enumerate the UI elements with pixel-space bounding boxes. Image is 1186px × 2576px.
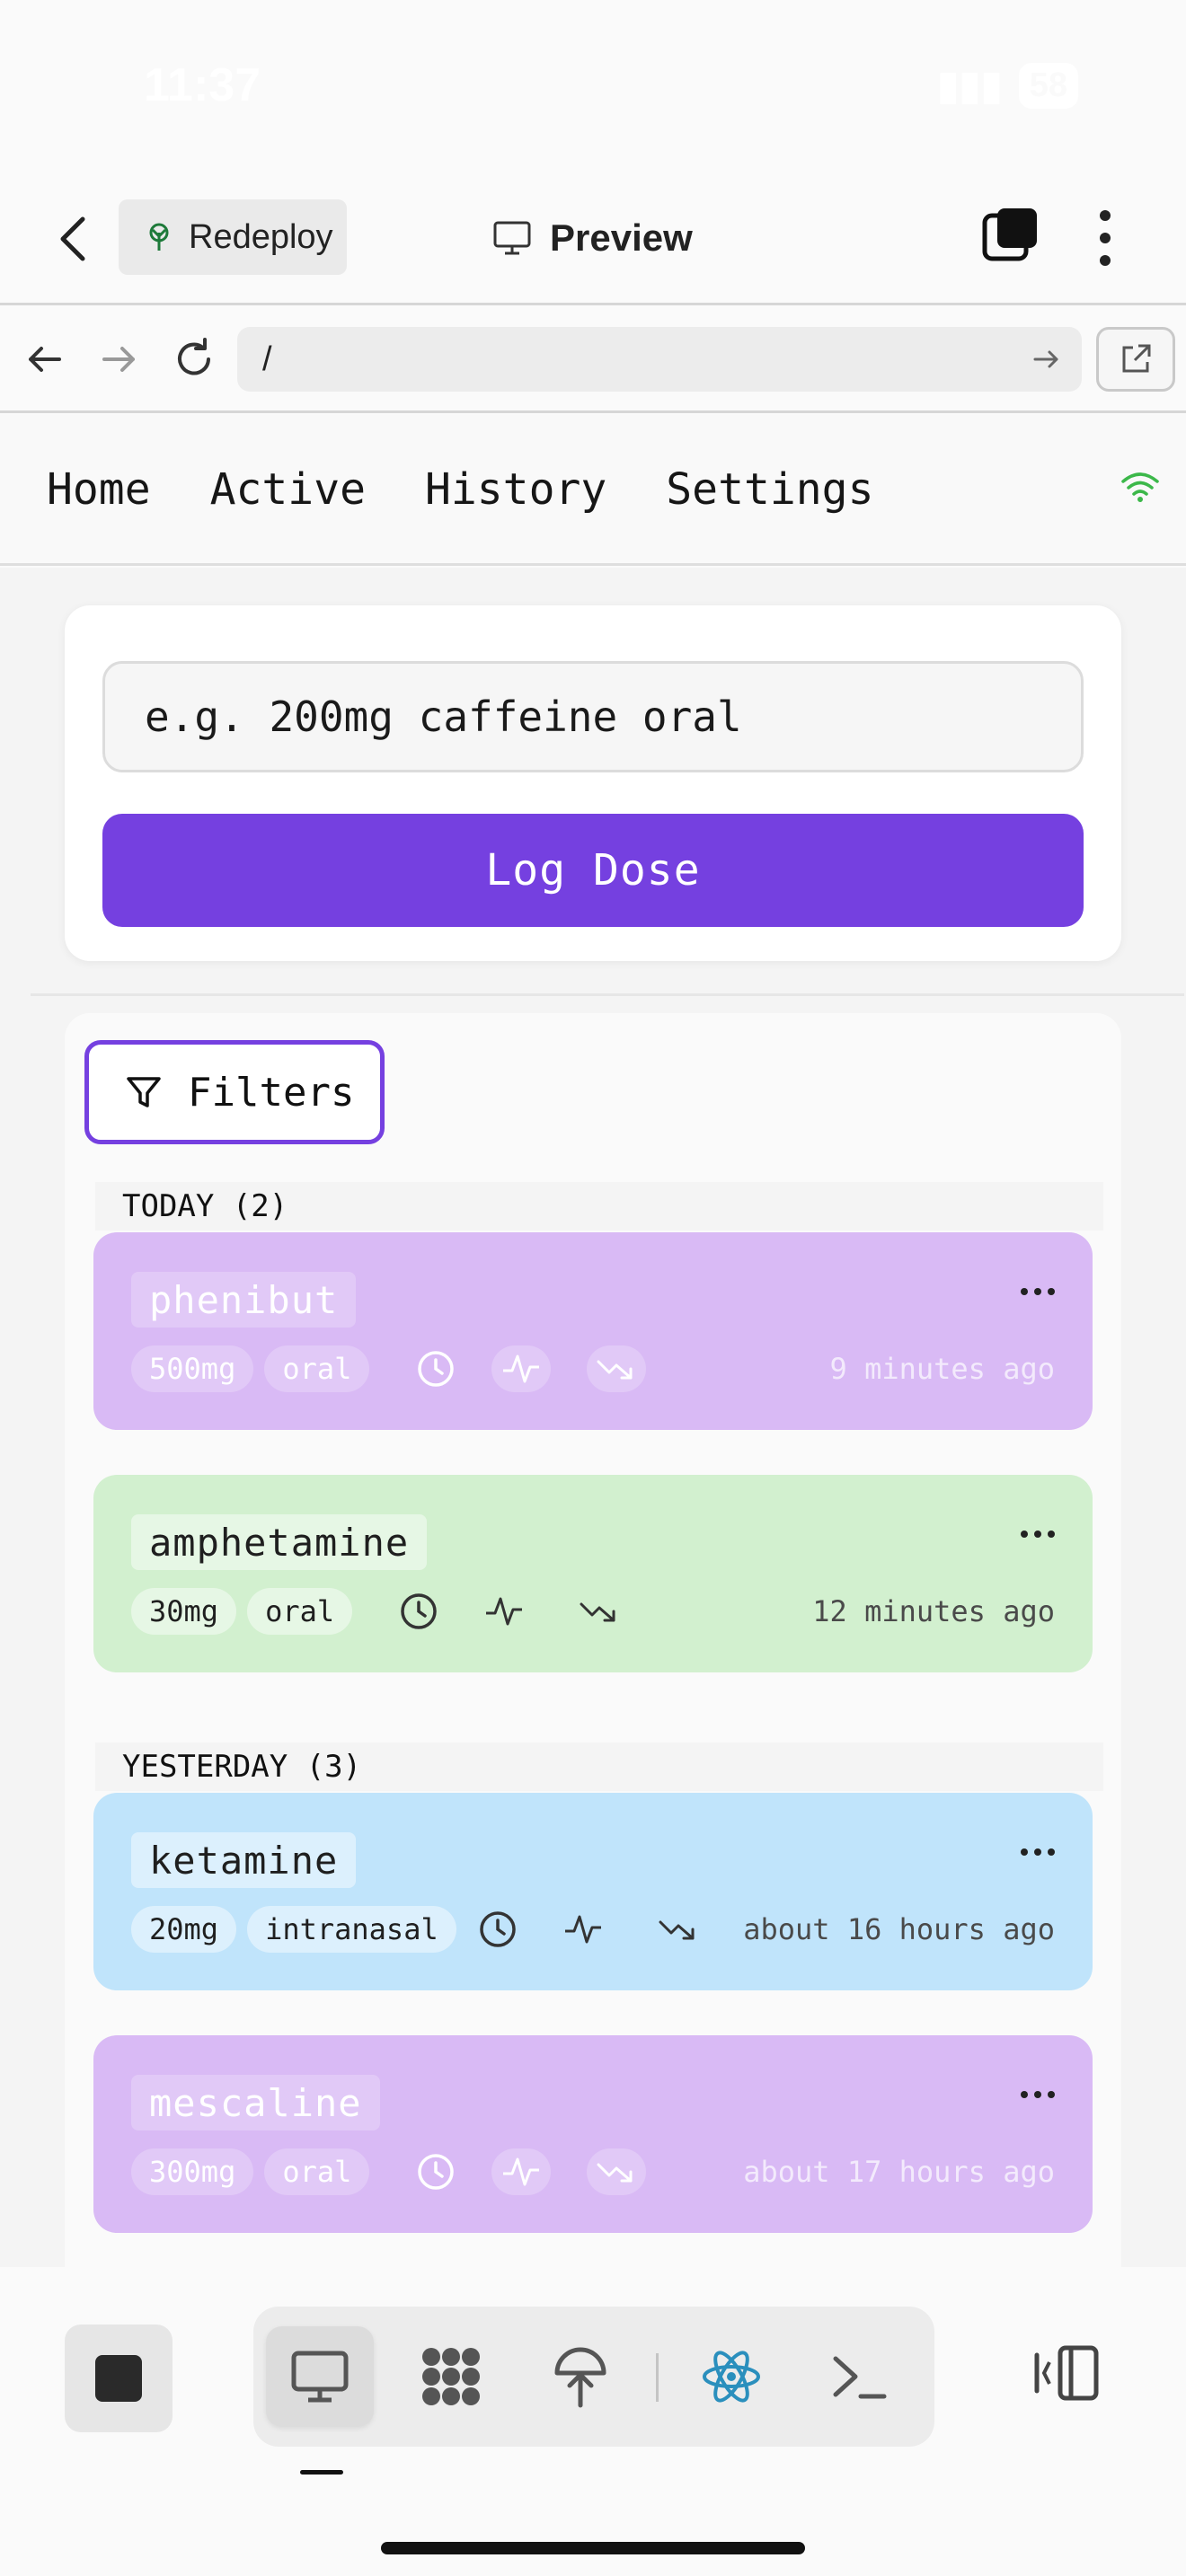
substance-name: mescaline bbox=[131, 2075, 380, 2130]
home-indicator bbox=[381, 2542, 805, 2554]
dose-entry[interactable]: phenibut 500mg oral 9 minutes ago bbox=[93, 1232, 1093, 1430]
substance-name: amphetamine bbox=[131, 1514, 428, 1570]
main-content: e.g. 200mg caffeine oral Log Dose Filter… bbox=[0, 568, 1186, 2267]
time-ago: 12 minutes ago bbox=[812, 1594, 1055, 1628]
time-ago: about 16 hours ago bbox=[743, 1912, 1055, 1946]
onset-clock-icon[interactable] bbox=[478, 1910, 518, 1949]
preview-label: Preview bbox=[550, 216, 693, 259]
more-menu-button[interactable] bbox=[1085, 207, 1125, 269]
filters-button[interactable]: Filters bbox=[84, 1040, 385, 1144]
onset-clock-icon[interactable] bbox=[399, 1592, 438, 1631]
preview-icon bbox=[291, 2351, 349, 2403]
battery-level: 58 bbox=[1018, 62, 1078, 109]
nav-forward-icon[interactable] bbox=[93, 334, 144, 384]
substance-name: phenibut bbox=[131, 1272, 357, 1328]
dose-amount: 20mg bbox=[131, 1906, 237, 1953]
entry-menu-button[interactable] bbox=[1021, 1531, 1055, 1538]
dose-entry-card: e.g. 200mg caffeine oral Log Dose bbox=[65, 605, 1121, 961]
dose-route: oral bbox=[247, 1588, 353, 1635]
filters-label: Filters bbox=[188, 1069, 355, 1116]
dose-amount: 500mg bbox=[131, 1345, 254, 1392]
nav-active[interactable]: Active bbox=[210, 464, 366, 515]
nav-back-icon[interactable] bbox=[20, 334, 70, 384]
substance-name: ketamine bbox=[131, 1832, 357, 1888]
workflows-icon bbox=[422, 2348, 480, 2405]
status-bar: 11:37 ▮▮▮ 58 bbox=[0, 0, 1186, 171]
stop-icon bbox=[95, 2355, 142, 2402]
peak-icon[interactable] bbox=[491, 1345, 552, 1392]
status-time: 11:37 bbox=[144, 59, 261, 111]
dose-entry[interactable]: mescaline 300mg oral about 17 hours ago bbox=[93, 2035, 1093, 2233]
redeploy-button[interactable]: Redeploy bbox=[119, 199, 347, 275]
comedown-icon[interactable] bbox=[649, 1906, 708, 1953]
nav-history[interactable]: History bbox=[425, 464, 606, 515]
time-ago: 9 minutes ago bbox=[829, 1352, 1055, 1386]
log-dose-button[interactable]: Log Dose bbox=[102, 814, 1084, 927]
group-heading-yesterday: YESTERDAY (3) bbox=[95, 1742, 1103, 1791]
deploy-tree-icon bbox=[149, 223, 169, 251]
nav-home[interactable]: Home bbox=[47, 464, 151, 515]
wifi-icon bbox=[1121, 472, 1159, 502]
react-tool-button[interactable] bbox=[677, 2326, 785, 2427]
back-chevron-icon[interactable] bbox=[54, 214, 93, 264]
onset-clock-icon[interactable] bbox=[416, 1349, 456, 1389]
group-heading-today: TODAY (2) bbox=[95, 1182, 1103, 1231]
deploy-tool-button[interactable] bbox=[527, 2326, 634, 2427]
signal-icon: ▮▮▮ bbox=[937, 63, 1003, 108]
bottom-toolbar bbox=[0, 2267, 1186, 2576]
open-external-button[interactable] bbox=[1096, 327, 1175, 392]
time-ago: about 17 hours ago bbox=[743, 2155, 1055, 2189]
preview-title: Preview bbox=[492, 207, 693, 269]
comedown-icon[interactable] bbox=[570, 1588, 629, 1635]
url-bar: / bbox=[0, 305, 1186, 413]
external-link-icon bbox=[1122, 344, 1151, 373]
dose-route: oral bbox=[264, 1345, 370, 1392]
console-icon bbox=[833, 2356, 887, 2399]
stop-button[interactable] bbox=[65, 2325, 173, 2432]
deploy-icon bbox=[554, 2347, 606, 2408]
peak-icon[interactable] bbox=[553, 1906, 613, 1953]
dose-route: oral bbox=[264, 2148, 370, 2195]
dose-history-list: Filters TODAY (2) phenibut 500mg oral 9 … bbox=[65, 1013, 1121, 2267]
react-icon bbox=[703, 2351, 760, 2403]
onset-clock-icon[interactable] bbox=[416, 2152, 456, 2192]
console-tool-button[interactable] bbox=[805, 2326, 913, 2427]
filter-icon bbox=[127, 1077, 161, 1107]
entry-menu-button[interactable] bbox=[1021, 1288, 1055, 1295]
dose-input-placeholder: e.g. 200mg caffeine oral bbox=[145, 693, 742, 741]
dose-route: intranasal bbox=[247, 1906, 456, 1953]
active-tool-indicator bbox=[300, 2470, 343, 2475]
dose-amount: 300mg bbox=[131, 2148, 254, 2195]
url-text: / bbox=[262, 340, 272, 378]
reload-icon[interactable] bbox=[169, 334, 219, 384]
entry-menu-button[interactable] bbox=[1021, 2091, 1055, 2098]
dose-entry[interactable]: ketamine 20mg intranasal about 16 hours … bbox=[93, 1793, 1093, 1990]
dose-entry[interactable]: amphetamine 30mg oral 12 minutes ago bbox=[93, 1475, 1093, 1672]
go-arrow-icon[interactable] bbox=[1028, 341, 1064, 377]
app-header: Redeploy Preview bbox=[0, 171, 1186, 305]
workflows-tool-button[interactable] bbox=[397, 2326, 505, 2427]
url-input[interactable]: / bbox=[237, 327, 1082, 392]
split-view-icon[interactable] bbox=[1030, 2335, 1105, 2411]
preview-tool-button[interactable] bbox=[266, 2326, 374, 2427]
tool-group bbox=[253, 2307, 934, 2447]
peak-icon[interactable] bbox=[474, 1588, 534, 1635]
dose-input[interactable]: e.g. 200mg caffeine oral bbox=[102, 661, 1084, 772]
monitor-icon bbox=[493, 221, 531, 255]
comedown-icon[interactable] bbox=[587, 2148, 647, 2195]
tabs-icon[interactable] bbox=[981, 207, 1039, 264]
divider bbox=[31, 993, 1184, 996]
toolbar-separator bbox=[656, 2353, 659, 2402]
redeploy-label: Redeploy bbox=[189, 217, 333, 256]
comedown-icon[interactable] bbox=[587, 1345, 647, 1392]
nav-settings[interactable]: Settings bbox=[666, 464, 873, 515]
dose-amount: 30mg bbox=[131, 1588, 237, 1635]
entry-menu-button[interactable] bbox=[1021, 1848, 1055, 1856]
app-nav: Home Active History Settings bbox=[0, 415, 1186, 566]
peak-icon[interactable] bbox=[491, 2148, 552, 2195]
